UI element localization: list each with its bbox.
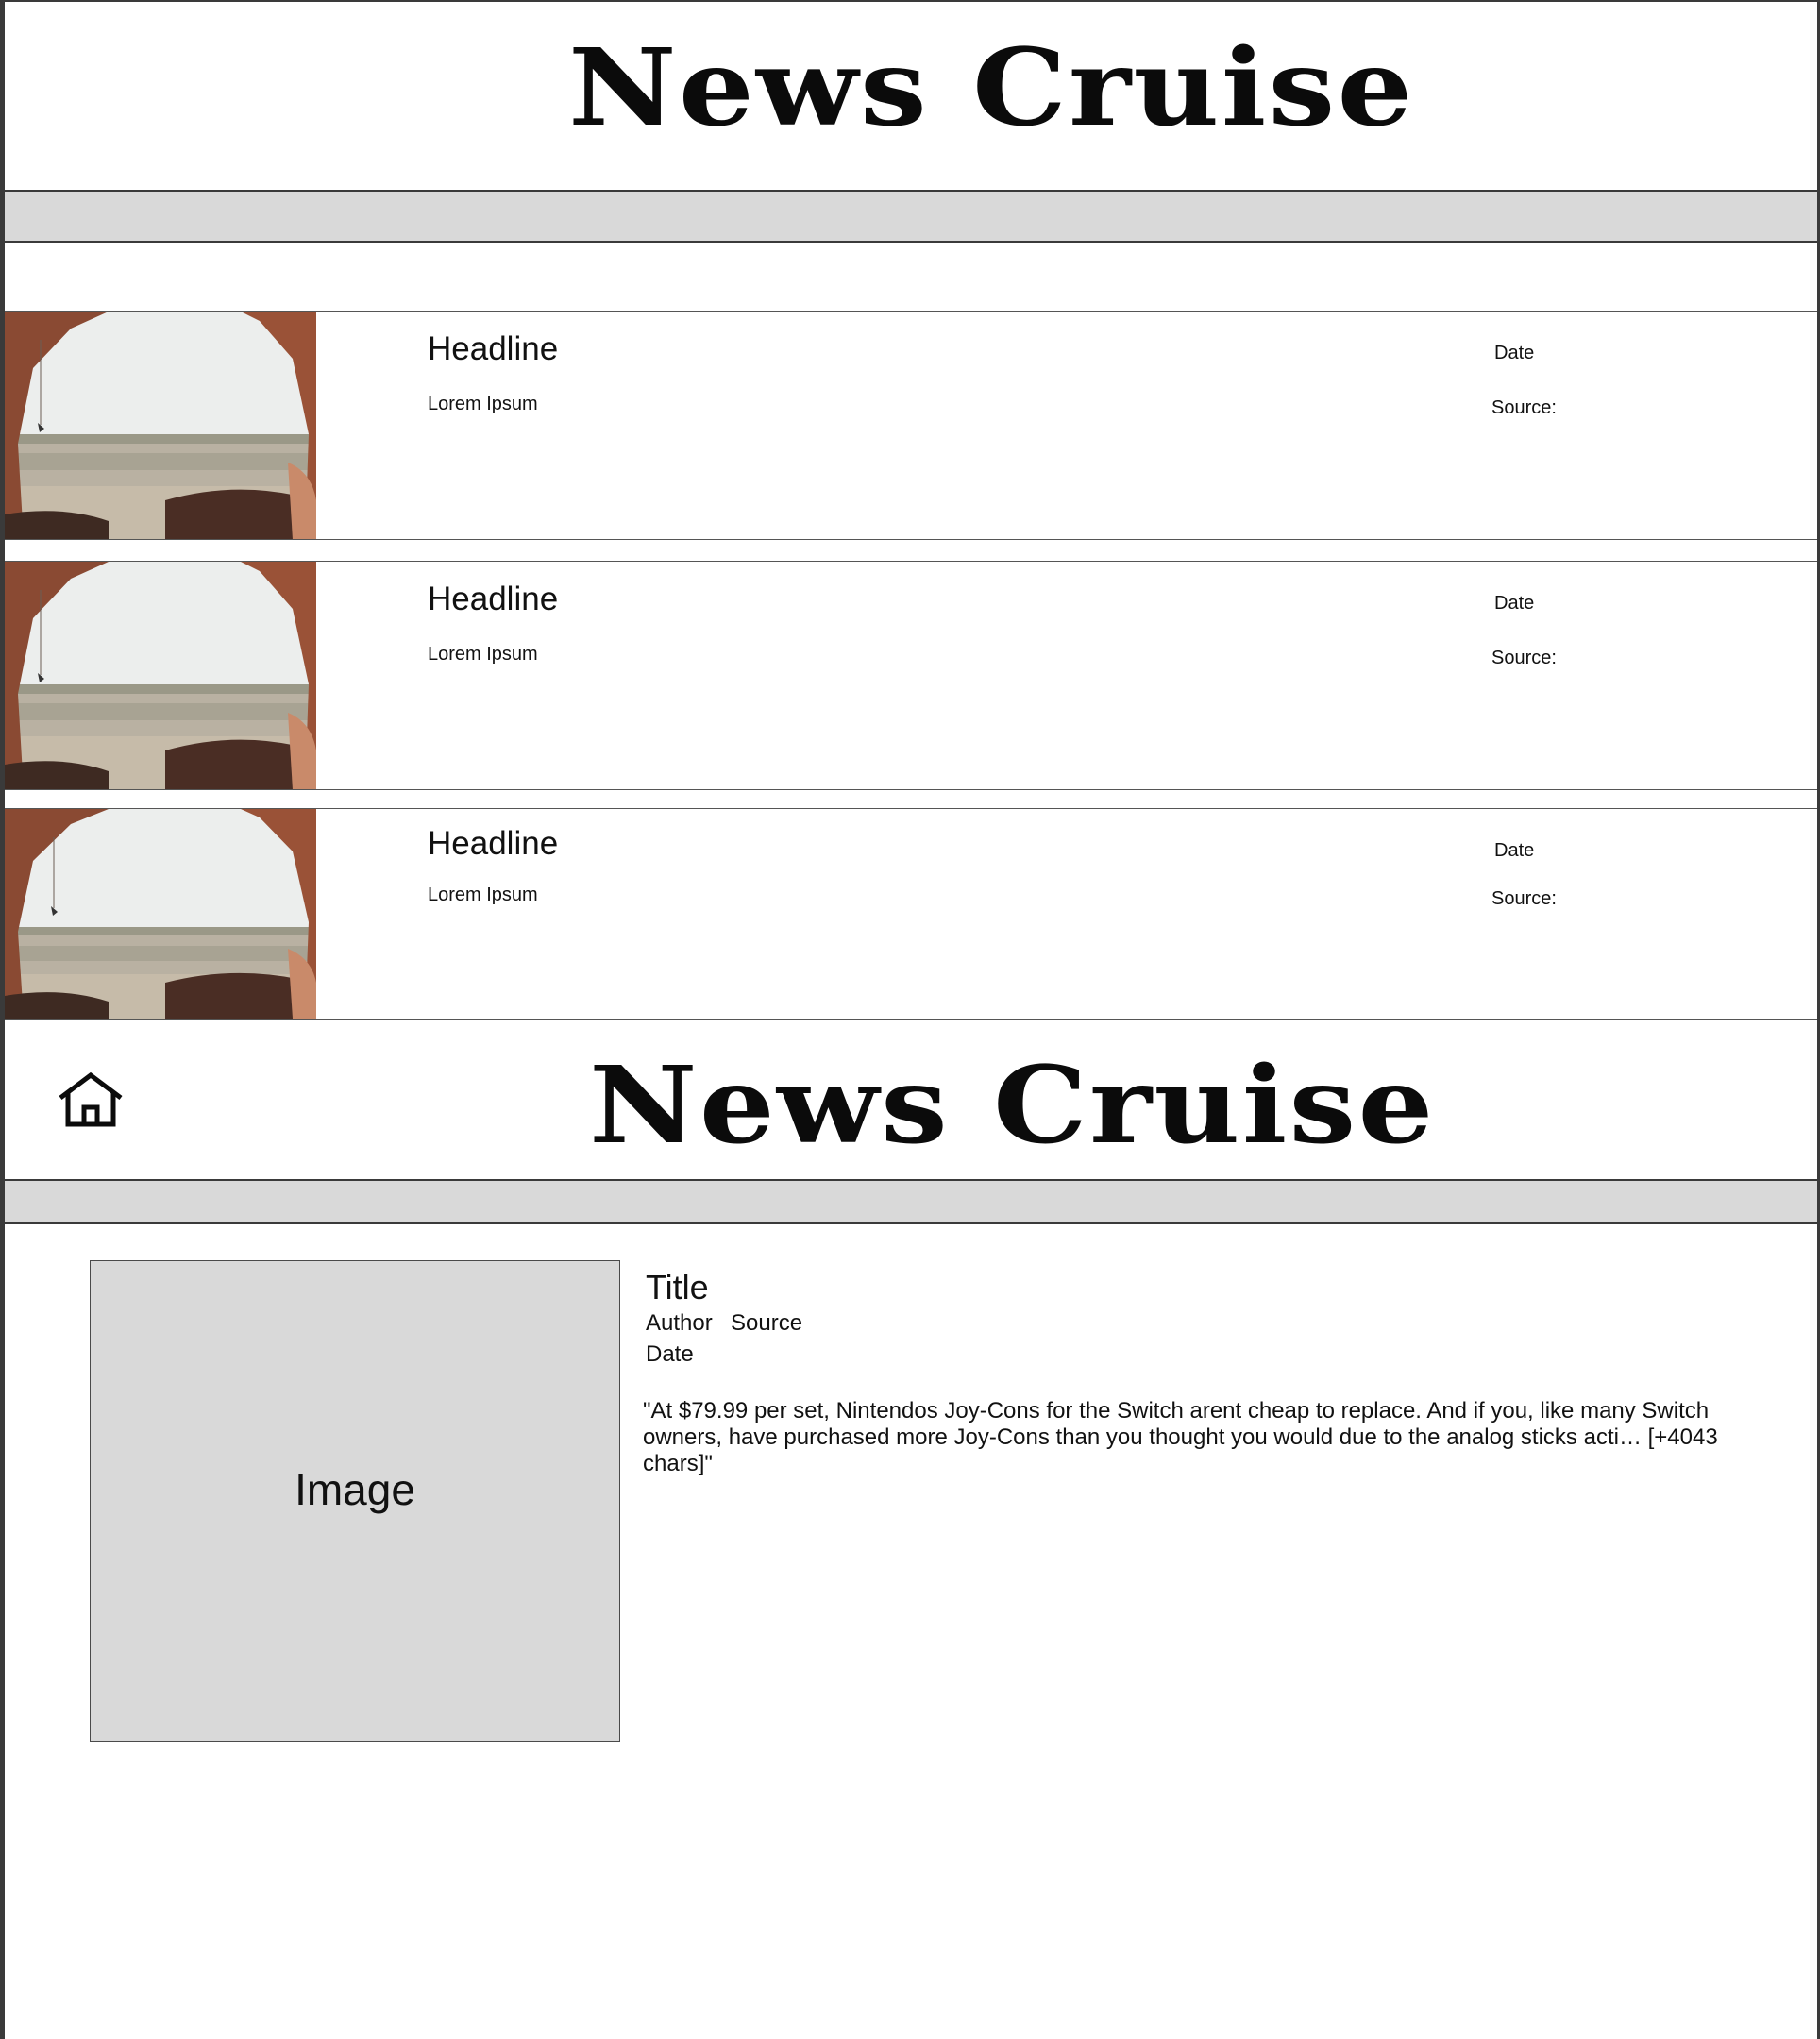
article-card[interactable]: Headline Lorem Ipsum Date Source: [5, 809, 1817, 1019]
article-date: Date [1494, 840, 1535, 861]
article-headline[interactable]: Headline [428, 825, 558, 863]
article-source[interactable]: Source [731, 1310, 802, 1337]
home-icon[interactable] [57, 1070, 125, 1130]
article-thumbnail [5, 809, 316, 1019]
article-headline[interactable]: Headline [428, 330, 558, 368]
article-card[interactable]: Headline Lorem Ipsum Date Source: [5, 312, 1817, 540]
list-divider [5, 789, 1817, 790]
article-date: Date [646, 1341, 694, 1367]
article-thumbnail [5, 562, 316, 790]
nav-bar [5, 1179, 1817, 1224]
article-source: Source: [1491, 888, 1557, 909]
article-thumbnail [5, 312, 316, 540]
article-headline[interactable]: Headline [428, 581, 558, 618]
app-logo[interactable]: News Cruise [589, 1053, 1436, 1159]
list-divider [5, 539, 1817, 540]
article-summary: Lorem Ipsum [428, 644, 538, 665]
article-card[interactable]: Headline Lorem Ipsum Date Source: [5, 562, 1817, 790]
article-author: Author [646, 1310, 713, 1336]
nav-bar [5, 190, 1817, 243]
list-divider [5, 1019, 1817, 1020]
article-summary: Lorem Ipsum [428, 885, 538, 905]
article-date: Date [1494, 343, 1535, 363]
article-source: Source: [1491, 648, 1557, 668]
article-source: Source: [1491, 397, 1557, 418]
article-image-placeholder: Image [90, 1260, 620, 1742]
article-date: Date [1494, 593, 1535, 614]
article-body: "At $79.99 per set, Nintendos Joy-Cons f… [643, 1398, 1718, 1476]
image-placeholder-label: Image [295, 1465, 415, 1514]
app-logo[interactable]: News Cruise [568, 36, 1415, 142]
article-title: Title [646, 1268, 709, 1306]
article-summary: Lorem Ipsum [428, 394, 538, 414]
